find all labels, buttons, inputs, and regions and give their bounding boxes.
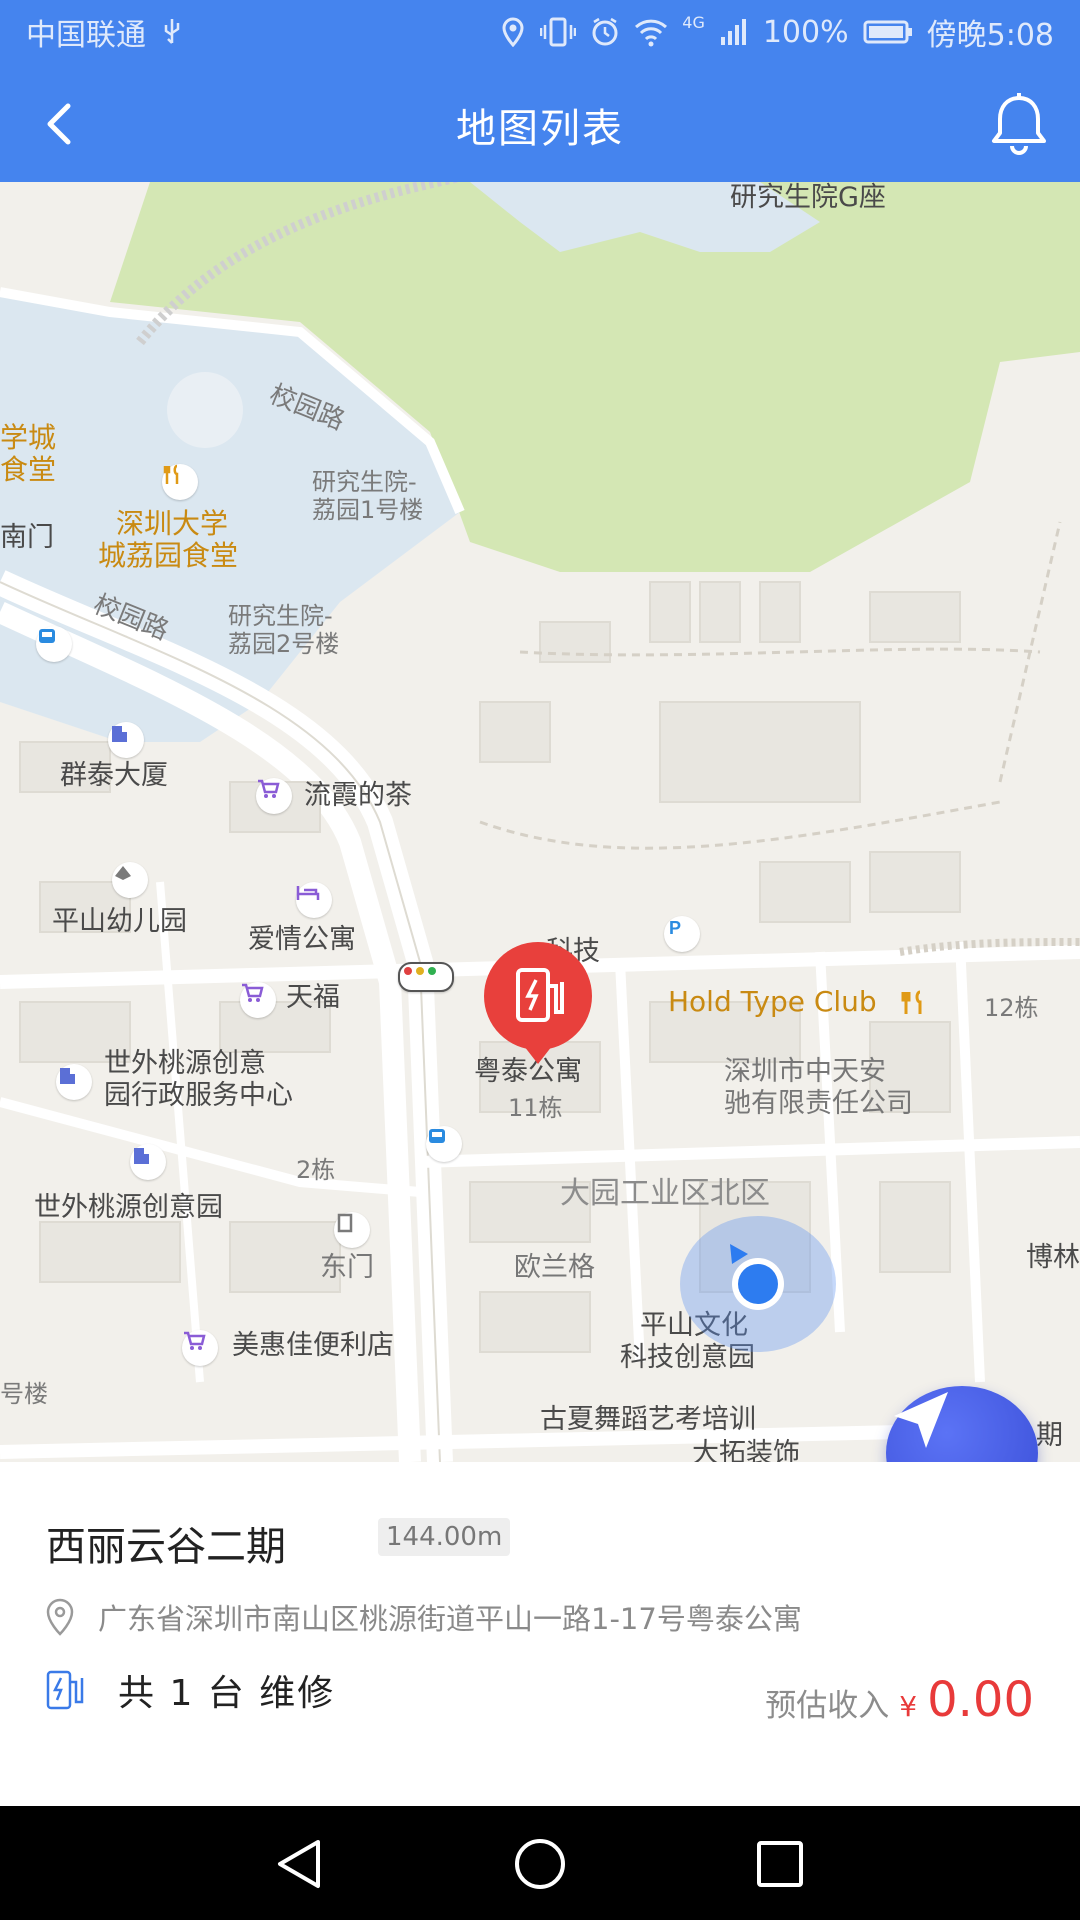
gate-icon — [334, 1212, 370, 1248]
battery-icon — [863, 20, 912, 44]
poi-dayuan[interactable]: 大园工业区北区 — [560, 1178, 770, 1210]
poi-oulange[interactable]: 欧兰格 — [514, 1252, 595, 1284]
poi-bo[interactable]: 博林 — [1026, 1242, 1080, 1274]
wifi-icon — [635, 19, 668, 47]
building-icon-3 — [130, 1144, 166, 1180]
poi-tianfu[interactable]: 天福 — [286, 982, 340, 1014]
map-view[interactable]: 研究生院G座 校园路 校园路 学城 食堂 南门 深圳大学 城荔园食堂 研究生院-… — [0, 182, 1080, 1462]
nav-recents-button[interactable] — [750, 1836, 810, 1892]
app-bar: 地图列表 — [0, 64, 1080, 182]
shopping-cart-icon-2 — [240, 982, 276, 1018]
shopping-cart-icon-3 — [182, 1330, 218, 1366]
poi-quntai[interactable]: 群泰大厦 — [60, 760, 168, 792]
page-title: 地图列表 — [456, 106, 624, 152]
bus-stop-icon — [36, 626, 72, 662]
building-icon — [108, 722, 144, 758]
poi-grad-1-b[interactable]: 荔园1号楼 — [312, 494, 423, 526]
poi-szu-canteen-2[interactable]: 城荔园食堂 — [98, 540, 238, 572]
svg-text:P: P — [669, 918, 681, 938]
poi-canteen-left-2[interactable]: 食堂 — [0, 454, 56, 486]
station-info-card[interactable]: 西丽云谷二期 144.00m 广东省深圳市南山区桃源街道平山一路1-17号粤泰公… — [0, 1462, 1080, 1806]
location-pin-icon — [46, 1598, 74, 1636]
poi-shiwai-center-1[interactable]: 世外桃源创意 — [104, 1048, 266, 1080]
ev-charger-icon — [46, 1670, 84, 1710]
usb-icon — [164, 19, 180, 44]
restaurant-icon-2 — [900, 990, 928, 1018]
poi-shiwai-park[interactable]: 世外桃源创意园 — [34, 1192, 223, 1224]
system-nav-bar — [0, 1806, 1080, 1920]
current-location-marker — [678, 1214, 838, 1354]
estimated-income: 预估收入 ¥ 0.00 — [765, 1672, 1034, 1728]
poi-kindergarten[interactable]: 平山幼儿园 — [52, 906, 187, 938]
location-dot-icon — [680, 1216, 836, 1352]
triangle-back-icon — [278, 1840, 320, 1888]
location-status-icon — [502, 17, 524, 47]
clock: 傍晚5:08 — [926, 18, 1054, 53]
poi-bldg-2: 2栋 — [296, 1156, 336, 1184]
charger-count-row: 共 1 台 维修 — [44, 1664, 335, 1716]
poi-bldg-11: 11栋 — [508, 1094, 563, 1122]
poi-south-gate[interactable]: 南门 — [0, 522, 54, 554]
network-type-label: 4G — [682, 12, 705, 32]
poi-zhongtian-2[interactable]: 驰有限责任公司 — [724, 1088, 913, 1120]
station-address: 广东省深圳市南山区桃源街道平山一路1-17号粤泰公寓 — [98, 1602, 802, 1636]
charger-count-status: 共 1 台 维修 — [118, 1673, 336, 1714]
poi-grad-2-b[interactable]: 荔园2号楼 — [228, 628, 339, 660]
restaurant-icon — [162, 464, 198, 500]
nav-home-button[interactable] — [510, 1836, 570, 1892]
poi-liuxia[interactable]: 流霞的茶 — [304, 780, 412, 812]
poi-guxia[interactable]: 古夏舞蹈艺考培训 — [540, 1404, 756, 1436]
poi-canteen-left-1[interactable]: 学城 — [0, 422, 56, 454]
poi-grad-g[interactable]: 研究生院G座 — [730, 182, 886, 214]
school-icon — [112, 862, 148, 898]
poi-period: 期 — [1036, 1420, 1063, 1451]
poi-bldg-12: 12栋 — [984, 994, 1039, 1022]
traffic-light-icon — [398, 962, 454, 992]
ev-charger-pin-icon — [484, 942, 592, 1064]
hotel-icon — [296, 882, 332, 918]
bell-icon — [992, 93, 1046, 155]
vibrate-icon — [540, 17, 577, 47]
bus-stop-icon-2 — [426, 1126, 462, 1162]
poi-east-gate[interactable]: 东门 — [320, 1252, 374, 1284]
poi-lou: 号楼 — [0, 1380, 48, 1408]
nav-back-button[interactable] — [270, 1836, 330, 1892]
income-currency: ¥ — [899, 1690, 918, 1723]
signal-icon — [720, 19, 746, 45]
income-label: 预估收入 — [765, 1688, 890, 1724]
poi-szu-canteen-1[interactable]: 深圳大学 — [116, 508, 228, 540]
charging-station-marker[interactable] — [480, 942, 596, 1072]
building-icon-2 — [56, 1064, 92, 1100]
poi-meihuijia[interactable]: 美惠佳便利店 — [232, 1330, 394, 1362]
income-value: 0.00 — [927, 1672, 1034, 1728]
navigation-arrow-icon — [894, 1392, 948, 1448]
station-name: 西丽云谷二期 — [46, 1524, 286, 1570]
alarm-icon — [592, 17, 618, 46]
circle-home-icon — [515, 1839, 565, 1889]
notification-button[interactable] — [984, 90, 1054, 160]
shopping-cart-icon — [256, 778, 292, 814]
poi-hold-type-club[interactable]: Hold Type Club — [668, 986, 877, 1018]
carrier-label: 中国联通 — [26, 18, 146, 53]
poi-shiwai-center-2[interactable]: 园行政服务中心 — [104, 1080, 293, 1112]
status-bar: 中国联通 4G 100% 傍晚5:08 — [0, 0, 1080, 64]
battery-percent: 100% — [762, 14, 849, 50]
distance-badge: 144.00m — [378, 1518, 511, 1556]
poi-aiqing[interactable]: 爱情公寓 — [248, 924, 356, 956]
square-recents-icon — [757, 1841, 803, 1887]
parking-icon: P — [664, 916, 700, 952]
poi-zhongtian-1[interactable]: 深圳市中天安 — [724, 1056, 886, 1088]
poi-dahuan[interactable]: 大拓装饰 — [692, 1438, 800, 1462]
address-row: 广东省深圳市南山区桃源街道平山一路1-17号粤泰公寓 — [42, 1596, 802, 1638]
